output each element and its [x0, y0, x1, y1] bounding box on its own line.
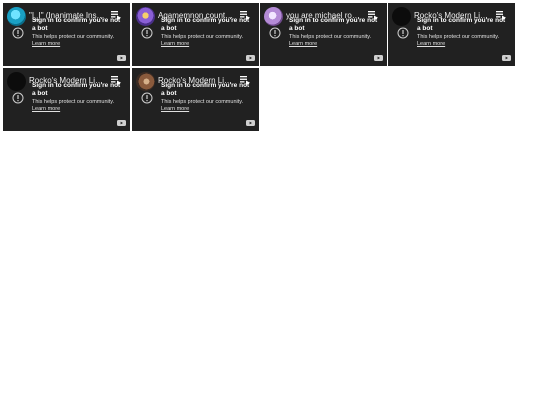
alert-circle-icon: [269, 27, 281, 39]
youtube-logo-icon[interactable]: [502, 55, 511, 61]
channel-avatar[interactable]: [264, 7, 283, 26]
youtube-logo-icon[interactable]: [246, 120, 255, 126]
channel-avatar[interactable]: [136, 7, 155, 26]
youtube-logo-icon[interactable]: [117, 55, 126, 61]
alert-circle-icon: [12, 92, 24, 104]
video-embed-card[interactable]: you are michael rose... Sign in to confi…: [260, 3, 387, 66]
youtube-logo-icon[interactable]: [246, 55, 255, 61]
learn-more-link[interactable]: Learn more: [161, 41, 189, 48]
bot-check-message: Sign in to confirm you're not a bot: [32, 17, 121, 32]
bot-check-message: Sign in to confirm you're not a bot: [32, 82, 121, 97]
embed-grid: "I_I" (Inanimate Insa... Sign in to conf…: [0, 0, 540, 405]
bot-check-message: Sign in to confirm you're not a bot: [417, 17, 506, 32]
channel-avatar[interactable]: [7, 7, 26, 26]
video-embed-card[interactable]: Rocko's Modern Life:... Sign in to confi…: [3, 68, 130, 131]
learn-more-link[interactable]: Learn more: [417, 41, 445, 48]
bot-check-subtext: This helps protect our community.: [289, 34, 372, 40]
bot-check-message: Sign in to confirm you're not a bot: [161, 82, 250, 97]
learn-more-link[interactable]: Learn more: [32, 106, 60, 113]
bot-check-subtext: This helps protect our community.: [32, 99, 115, 105]
learn-more-link[interactable]: Learn more: [32, 41, 60, 48]
video-embed-card[interactable]: Rocko's Modern Life:... Sign in to confi…: [388, 3, 515, 66]
youtube-logo-icon[interactable]: [117, 120, 126, 126]
channel-avatar[interactable]: [136, 72, 155, 91]
alert-circle-icon: [141, 27, 153, 39]
video-embed-card[interactable]: Agamemnon counte... Sign in to confirm y…: [132, 3, 259, 66]
alert-circle-icon: [141, 92, 153, 104]
youtube-logo-icon[interactable]: [374, 55, 383, 61]
bot-check-message: Sign in to confirm you're not a bot: [161, 17, 250, 32]
bot-check-subtext: This helps protect our community.: [161, 34, 244, 40]
alert-circle-icon: [397, 27, 409, 39]
bot-check-subtext: This helps protect our community.: [32, 34, 115, 40]
bot-check-subtext: This helps protect our community.: [417, 34, 500, 40]
video-embed-card[interactable]: Rocko's Modern Life ... Sign in to confi…: [132, 68, 259, 131]
bot-check-message: Sign in to confirm you're not a bot: [289, 17, 378, 32]
alert-circle-icon: [12, 27, 24, 39]
video-embed-card[interactable]: "I_I" (Inanimate Insa... Sign in to conf…: [3, 3, 130, 66]
learn-more-link[interactable]: Learn more: [289, 41, 317, 48]
learn-more-link[interactable]: Learn more: [161, 106, 189, 113]
bot-check-subtext: This helps protect our community.: [161, 99, 244, 105]
channel-avatar[interactable]: [7, 72, 26, 91]
channel-avatar[interactable]: [392, 7, 411, 26]
